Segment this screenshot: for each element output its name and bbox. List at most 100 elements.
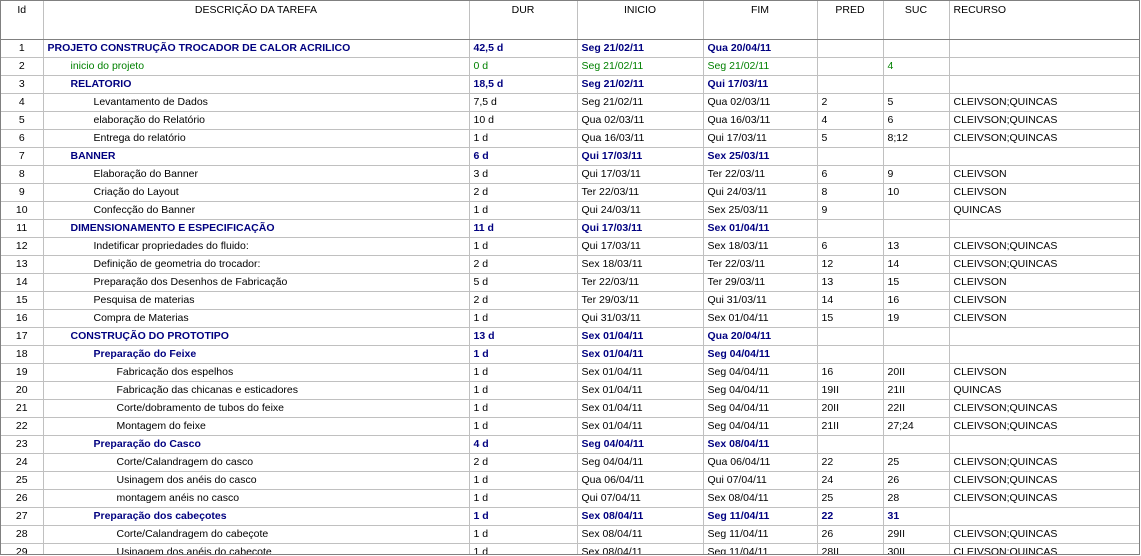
cell-id[interactable]: 7 bbox=[1, 147, 44, 166]
cell-resource[interactable]: CLEIVSON bbox=[949, 309, 1139, 328]
cell-start[interactable]: Qui 07/04/11 bbox=[577, 489, 704, 508]
cell-finish[interactable]: Qua 06/04/11 bbox=[703, 453, 818, 472]
cell-finish[interactable]: Seg 04/04/11 bbox=[703, 399, 818, 418]
cell-id[interactable]: 13 bbox=[1, 255, 44, 274]
cell-duration[interactable]: 1 d bbox=[469, 507, 578, 526]
cell-resource[interactable]: CLEIVSON;QUINCAS bbox=[949, 255, 1139, 274]
cell-predecessors[interactable] bbox=[817, 147, 884, 166]
cell-start[interactable]: Qui 17/03/11 bbox=[577, 237, 704, 256]
cell-duration[interactable]: 1 d bbox=[469, 417, 578, 436]
cell-successors[interactable]: 15 bbox=[883, 273, 950, 292]
cell-successors[interactable] bbox=[883, 147, 950, 166]
column-header-successors[interactable]: SUC bbox=[883, 1, 950, 40]
cell-id[interactable]: 21 bbox=[1, 399, 44, 418]
table-row[interactable]: 4 Levantamento de Dados 7,5 d Seg 21/02/11 Q… bbox=[1, 93, 1139, 112]
cell-resource[interactable]: CLEIVSON;QUINCAS bbox=[949, 417, 1139, 436]
cell-resource[interactable]: CLEIVSON bbox=[949, 165, 1139, 184]
cell-id[interactable]: 12 bbox=[1, 237, 44, 256]
table-row[interactable]: 1 PROJETO CONSTRUÇÃO TROCADOR DE CALOR AC… bbox=[1, 39, 1139, 58]
cell-resource[interactable]: CLEIVSON bbox=[949, 183, 1139, 202]
cell-successors[interactable]: 31 bbox=[883, 507, 950, 526]
cell-successors[interactable]: 4 bbox=[883, 57, 950, 76]
cell-finish[interactable]: Ter 29/03/11 bbox=[703, 273, 818, 292]
cell-id[interactable]: 24 bbox=[1, 453, 44, 472]
cell-start[interactable]: Sex 01/04/11 bbox=[577, 345, 704, 364]
cell-predecessors[interactable] bbox=[817, 345, 884, 364]
cell-id[interactable]: 2 bbox=[1, 57, 44, 76]
cell-description[interactable]: Levantamento de Dados bbox=[43, 93, 470, 112]
cell-predecessors[interactable]: 24 bbox=[817, 471, 884, 490]
cell-predecessors[interactable] bbox=[817, 219, 884, 238]
cell-duration[interactable]: 1 d bbox=[469, 525, 578, 544]
cell-description[interactable]: inicio do projeto bbox=[43, 57, 470, 76]
cell-predecessors[interactable]: 25 bbox=[817, 489, 884, 508]
cell-successors[interactable]: 8;12 bbox=[883, 129, 950, 148]
cell-id[interactable]: 22 bbox=[1, 417, 44, 436]
cell-description[interactable]: Corte/Calandragem do casco bbox=[43, 453, 470, 472]
column-header-start[interactable]: INICIO bbox=[577, 1, 704, 40]
cell-resource[interactable]: CLEIVSON;QUINCAS bbox=[949, 237, 1139, 256]
cell-duration[interactable]: 0 d bbox=[469, 57, 578, 76]
column-header-predecessors[interactable]: PRED bbox=[817, 1, 884, 40]
cell-description[interactable]: Definição de geometria do trocador: bbox=[43, 255, 470, 274]
cell-duration[interactable]: 18,5 d bbox=[469, 75, 578, 94]
table-row[interactable]: 3 RELATORIO 18,5 d Seg 21/02/11 Qui 17/03/11 bbox=[1, 75, 1139, 94]
cell-successors[interactable]: 19 bbox=[883, 309, 950, 328]
cell-start[interactable]: Sex 01/04/11 bbox=[577, 381, 704, 400]
cell-predecessors[interactable]: 14 bbox=[817, 291, 884, 310]
cell-successors[interactable] bbox=[883, 435, 950, 454]
cell-id[interactable]: 28 bbox=[1, 525, 44, 544]
column-header-description[interactable]: DESCRIÇÃO DA TAREFA bbox=[43, 1, 470, 40]
cell-resource[interactable] bbox=[949, 507, 1139, 526]
cell-resource[interactable] bbox=[949, 75, 1139, 94]
cell-description[interactable]: Elaboração do Banner bbox=[43, 165, 470, 184]
cell-duration[interactable]: 1 d bbox=[469, 363, 578, 382]
cell-start[interactable]: Seg 04/04/11 bbox=[577, 453, 704, 472]
cell-predecessors[interactable]: 19II bbox=[817, 381, 884, 400]
cell-start[interactable]: Seg 21/02/11 bbox=[577, 93, 704, 112]
table-row[interactable]: 5 elaboração do Relatório 10 d Qua 02/03/11… bbox=[1, 111, 1139, 130]
cell-predecessors[interactable]: 26 bbox=[817, 525, 884, 544]
cell-predecessors[interactable]: 16 bbox=[817, 363, 884, 382]
cell-predecessors[interactable]: 5 bbox=[817, 129, 884, 148]
cell-duration[interactable]: 1 d bbox=[469, 543, 578, 554]
cell-resource[interactable]: CLEIVSON;QUINCAS bbox=[949, 93, 1139, 112]
cell-description[interactable]: Indetificar propriedades do fluido: bbox=[43, 237, 470, 256]
cell-start[interactable]: Sex 08/04/11 bbox=[577, 543, 704, 554]
cell-id[interactable]: 16 bbox=[1, 309, 44, 328]
cell-successors[interactable]: 14 bbox=[883, 255, 950, 274]
cell-description[interactable]: Montagem do feixe bbox=[43, 417, 470, 436]
cell-duration[interactable]: 6 d bbox=[469, 147, 578, 166]
cell-start[interactable]: Sex 01/04/11 bbox=[577, 363, 704, 382]
table-row[interactable]: 8 Elaboração do Banner 3 d Qui 17/03/11 Ter … bbox=[1, 165, 1139, 184]
cell-duration[interactable]: 1 d bbox=[469, 201, 578, 220]
cell-finish[interactable]: Qui 24/03/11 bbox=[703, 183, 818, 202]
table-row[interactable]: 21 Corte/dobramento de tubos do feixe 1 dS… bbox=[1, 399, 1139, 418]
cell-id[interactable]: 17 bbox=[1, 327, 44, 346]
cell-successors[interactable] bbox=[883, 327, 950, 346]
cell-duration[interactable]: 2 d bbox=[469, 291, 578, 310]
cell-resource[interactable] bbox=[949, 219, 1139, 238]
cell-finish[interactable]: Sex 08/04/11 bbox=[703, 489, 818, 508]
cell-finish[interactable]: Qua 20/04/11 bbox=[703, 39, 818, 58]
cell-resource[interactable]: QUINCAS bbox=[949, 381, 1139, 400]
cell-predecessors[interactable]: 20II bbox=[817, 399, 884, 418]
cell-id[interactable]: 26 bbox=[1, 489, 44, 508]
cell-predecessors[interactable]: 15 bbox=[817, 309, 884, 328]
cell-finish[interactable]: Sex 18/03/11 bbox=[703, 237, 818, 256]
cell-duration[interactable]: 13 d bbox=[469, 327, 578, 346]
cell-start[interactable]: Qui 31/03/11 bbox=[577, 309, 704, 328]
cell-resource[interactable] bbox=[949, 435, 1139, 454]
cell-successors[interactable] bbox=[883, 219, 950, 238]
cell-description[interactable]: Compra de Materias bbox=[43, 309, 470, 328]
cell-resource[interactable]: CLEIVSON bbox=[949, 363, 1139, 382]
cell-description[interactable]: Preparação dos cabeçotes bbox=[43, 507, 470, 526]
cell-finish[interactable]: Sex 25/03/11 bbox=[703, 147, 818, 166]
cell-id[interactable]: 14 bbox=[1, 273, 44, 292]
cell-predecessors[interactable]: 28II bbox=[817, 543, 884, 554]
cell-id[interactable]: 10 bbox=[1, 201, 44, 220]
cell-start[interactable]: Ter 22/03/11 bbox=[577, 273, 704, 292]
cell-finish[interactable]: Sex 01/04/11 bbox=[703, 219, 818, 238]
cell-finish[interactable]: Seg 04/04/11 bbox=[703, 417, 818, 436]
cell-duration[interactable]: 1 d bbox=[469, 345, 578, 364]
